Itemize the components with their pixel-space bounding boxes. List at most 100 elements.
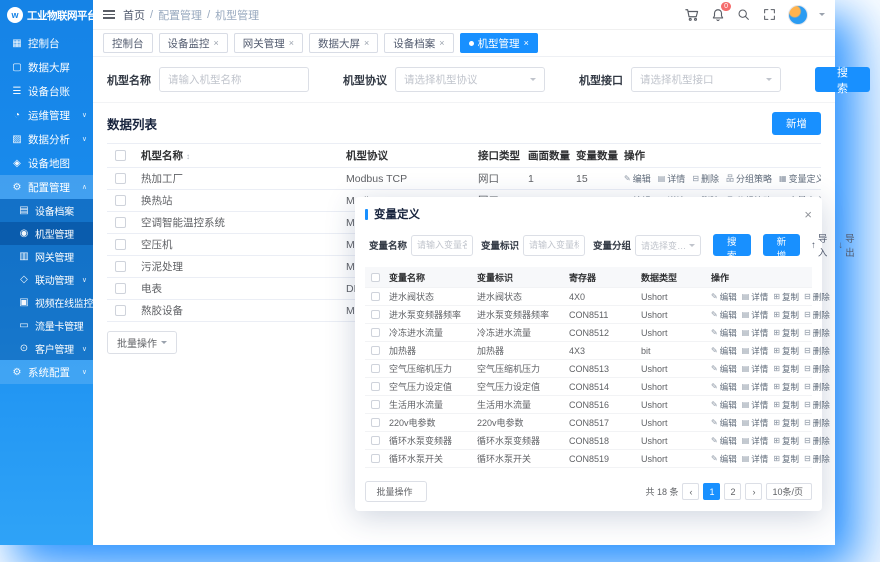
page-button-2[interactable]: 2 <box>724 483 741 500</box>
search-button[interactable]: 搜索 <box>815 67 870 92</box>
编辑-action[interactable]: ✎编辑 <box>711 363 737 375</box>
row-checkbox[interactable] <box>115 195 126 206</box>
详情-action[interactable]: ▤详情 <box>742 381 769 393</box>
sidebar-subitem-sim-card[interactable]: ▭流量卡管理 <box>0 314 93 337</box>
row-checkbox[interactable] <box>371 328 380 337</box>
tab-网关管理[interactable]: 网关管理× <box>234 33 303 53</box>
删除-action[interactable]: ⊟删除 <box>804 435 830 447</box>
collapse-menu-icon[interactable] <box>103 10 115 19</box>
详情-action[interactable]: ▤详情 <box>742 291 769 303</box>
modal-batch-actions-button[interactable]: 批量操作 <box>365 481 427 502</box>
sort-icon[interactable]: ↕ <box>186 152 190 161</box>
sidebar-subitem-device-archive[interactable]: ▤设备档案 <box>0 199 93 222</box>
user-avatar[interactable] <box>788 5 808 25</box>
删除-action[interactable]: ⊟删除 <box>804 363 830 375</box>
close-tab-icon[interactable]: × <box>524 38 529 48</box>
sidebar-item-console[interactable]: ▦控制台 <box>0 31 93 55</box>
复制-action[interactable]: ⊞复制 <box>773 309 799 321</box>
复制-action[interactable]: ⊞复制 <box>773 453 799 465</box>
详情-action[interactable]: ▤详情 <box>742 345 769 357</box>
search-icon[interactable] <box>736 7 751 22</box>
sidebar-subitem-linkage-mgmt[interactable]: ◇联动管理∨ <box>0 268 93 291</box>
编辑-action[interactable]: ✎编辑 <box>711 345 737 357</box>
cart-icon[interactable] <box>684 7 699 22</box>
row-checkbox[interactable] <box>115 239 126 250</box>
编辑-action[interactable]: ✎编辑 <box>711 327 737 339</box>
详情-action[interactable]: ▤详情 <box>742 327 769 339</box>
fullscreen-icon[interactable] <box>762 7 777 22</box>
sidebar-item-config[interactable]: ⚙配置管理∧ <box>0 175 93 199</box>
row-checkbox[interactable] <box>115 261 126 272</box>
row-checkbox[interactable] <box>115 217 126 228</box>
sidebar-subitem-gateway-mgmt[interactable]: ▥网关管理 <box>0 245 93 268</box>
next-page-button[interactable]: › <box>745 483 762 500</box>
tab-控制台[interactable]: 控制台 <box>103 33 153 53</box>
编辑-action[interactable]: ✎编辑 <box>711 399 737 411</box>
row-checkbox[interactable] <box>371 400 380 409</box>
sidebar-item-device-ledger[interactable]: ☰设备台账 <box>0 79 93 103</box>
变量定义-action[interactable]: ▦变量定义 <box>779 172 821 185</box>
row-checkbox[interactable] <box>371 346 380 355</box>
row-checkbox[interactable] <box>115 173 126 184</box>
close-tab-icon[interactable]: × <box>364 38 369 48</box>
close-tab-icon[interactable]: × <box>214 38 219 48</box>
删除-action[interactable]: ⊟删除 <box>804 417 830 429</box>
modal-select-all-checkbox[interactable] <box>371 273 380 282</box>
编辑-action[interactable]: ✎编辑 <box>711 435 737 447</box>
page-size-select[interactable]: 10条/页 <box>766 483 812 500</box>
row-checkbox[interactable] <box>115 305 126 316</box>
删除-action[interactable]: ⊟删除 <box>804 381 830 393</box>
sidebar-subitem-video-monitor[interactable]: ▣视频在线监控 <box>0 291 93 314</box>
tab-设备档案[interactable]: 设备档案× <box>384 33 453 53</box>
add-model-button[interactable]: 新增 <box>772 112 821 135</box>
复制-action[interactable]: ⊞复制 <box>773 381 799 393</box>
详情-action[interactable]: ▤详情 <box>742 399 769 411</box>
export-link[interactable]: ↓导出 <box>838 231 854 259</box>
model-protocol-select[interactable]: 请选择机型协议 <box>395 67 545 92</box>
复制-action[interactable]: ⊞复制 <box>773 291 799 303</box>
复制-action[interactable]: ⊞复制 <box>773 417 799 429</box>
详情-action[interactable]: ▤详情 <box>742 435 769 447</box>
tab-机型管理[interactable]: 机型管理× <box>460 33 538 53</box>
复制-action[interactable]: ⊞复制 <box>773 363 799 375</box>
删除-action[interactable]: ⊟删除 <box>692 172 719 185</box>
删除-action[interactable]: ⊟删除 <box>804 453 830 465</box>
close-icon[interactable]: × <box>804 208 812 221</box>
row-checkbox[interactable] <box>115 283 126 294</box>
user-menu-caret-icon[interactable] <box>819 13 825 19</box>
row-checkbox[interactable] <box>371 436 380 445</box>
删除-action[interactable]: ⊟删除 <box>804 291 830 303</box>
详情-action[interactable]: ▤详情 <box>742 309 769 321</box>
复制-action[interactable]: ⊞复制 <box>773 399 799 411</box>
详情-action[interactable]: ▤详情 <box>742 453 769 465</box>
row-checkbox[interactable] <box>371 454 380 463</box>
sidebar-item-maintenance[interactable]: ◔运维管理∨ <box>0 103 93 127</box>
row-checkbox[interactable] <box>371 310 380 319</box>
close-tab-icon[interactable]: × <box>289 38 294 48</box>
var-key-input[interactable] <box>523 235 585 256</box>
编辑-action[interactable]: ✎编辑 <box>711 309 737 321</box>
row-checkbox[interactable] <box>371 292 380 301</box>
sidebar-item-device-map[interactable]: ◈设备地图 <box>0 151 93 175</box>
删除-action[interactable]: ⊟删除 <box>804 309 830 321</box>
sidebar-item-data-analysis[interactable]: ▨数据分析∨ <box>0 127 93 151</box>
tab-设备监控[interactable]: 设备监控× <box>159 33 228 53</box>
select-all-checkbox[interactable] <box>115 150 126 161</box>
row-checkbox[interactable] <box>371 382 380 391</box>
row-checkbox[interactable] <box>371 418 380 427</box>
modal-add-button[interactable]: 新增 <box>763 234 801 256</box>
batch-actions-button[interactable]: 批量操作 <box>107 331 177 354</box>
删除-action[interactable]: ⊟删除 <box>804 345 830 357</box>
sidebar-subitem-customer[interactable]: ⊙客户管理∨ <box>0 337 93 360</box>
page-button-1[interactable]: 1 <box>703 483 720 500</box>
编辑-action[interactable]: ✎编辑 <box>711 453 737 465</box>
编辑-action[interactable]: ✎编辑 <box>624 172 651 185</box>
复制-action[interactable]: ⊞复制 <box>773 327 799 339</box>
import-link[interactable]: ↑导入 <box>811 231 827 259</box>
tab-数据大屏[interactable]: 数据大屏× <box>309 33 378 53</box>
编辑-action[interactable]: ✎编辑 <box>711 291 737 303</box>
var-group-select[interactable]: 请选择变量分组 <box>635 235 701 256</box>
详情-action[interactable]: ▤详情 <box>742 417 769 429</box>
删除-action[interactable]: ⊟删除 <box>804 327 830 339</box>
prev-page-button[interactable]: ‹ <box>682 483 699 500</box>
